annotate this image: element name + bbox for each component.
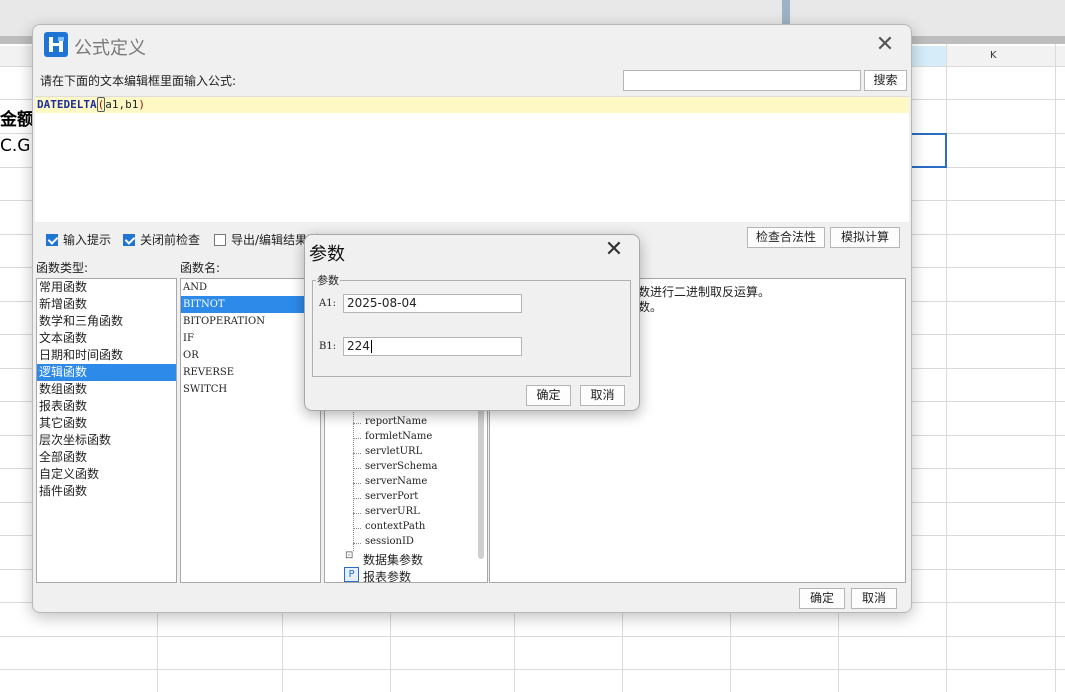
function-type-item-selected[interactable]: 逻辑函数 [37, 364, 176, 381]
column-header-k[interactable] [947, 46, 1055, 67]
close-icon[interactable]: ✕ [604, 239, 624, 261]
column-header-selected[interactable] [906, 46, 947, 67]
description-line: 数。 [638, 300, 663, 314]
input-hint-checkbox[interactable]: 输入提示 [46, 231, 111, 248]
tree-item[interactable]: serverURL [365, 506, 420, 517]
function-type-item[interactable]: 其它函数 [37, 415, 176, 432]
function-name-item[interactable]: IF [181, 330, 320, 347]
dataset-params-node[interactable]: 数据集参数 [363, 551, 423, 568]
column-header-next[interactable] [1055, 46, 1065, 67]
tree-item[interactable]: serverPort [365, 491, 418, 502]
param-ok-button[interactable]: 确定 [526, 385, 571, 406]
close-icon[interactable]: ✕ [875, 34, 895, 56]
tree-scrollbar[interactable] [478, 399, 484, 559]
param-cancel-button[interactable]: 取消 [580, 385, 625, 406]
dataset-params-icon: ⊡ [345, 550, 354, 561]
function-name-list[interactable]: AND BITNOT BITOPERATION IF OR REVERSE SW… [180, 278, 321, 583]
formula-function-name: DATEDELTA [37, 98, 97, 111]
column-k-label: K [990, 50, 997, 61]
search-button[interactable]: 搜索 [864, 70, 907, 91]
parameter-dialog-title: 参数 [309, 244, 345, 265]
dialog-title: 公式定义 [74, 38, 146, 59]
cell-amount-header[interactable]: 金额 [0, 105, 34, 130]
formula-text: DATEDELTA(a1,b1) [37, 97, 145, 112]
function-type-item[interactable]: 文本函数 [37, 330, 176, 347]
function-name-item[interactable]: OR [181, 347, 320, 364]
check-before-close-checkbox[interactable]: 关闭前检查 [123, 231, 200, 248]
text-caret [370, 340, 372, 353]
formula-close-paren: ) [138, 98, 145, 111]
input-hint-label: 输入提示 [63, 233, 112, 247]
current-line-highlight [35, 97, 909, 113]
cancel-button[interactable]: 取消 [851, 588, 897, 609]
b1-value: 224 [347, 339, 370, 353]
tree-item[interactable]: reportName [365, 416, 427, 427]
formula-editor[interactable]: DATEDELTA(a1,b1) [35, 96, 909, 222]
checkbox-unchecked-icon [214, 233, 226, 246]
function-type-item[interactable]: 常用函数 [37, 279, 176, 296]
function-name-item[interactable]: SWITCH [181, 381, 320, 398]
check-before-close-label: 关闭前检查 [140, 233, 201, 247]
tree-item[interactable]: formletName [365, 431, 432, 442]
formula-prompt-label: 请在下面的文本编辑框里面输入公式: [40, 74, 237, 88]
toolbar-marker [782, 0, 790, 24]
function-type-item[interactable]: 报表函数 [37, 398, 176, 415]
function-type-list[interactable]: 常用函数 新增函数 数学和三角函数 文本函数 日期和时间函数 逻辑函数 数组函数… [36, 278, 177, 583]
tree-item[interactable]: servletURL [365, 446, 422, 457]
function-type-item[interactable]: 数学和三角函数 [37, 313, 176, 330]
function-type-label: 函数类型: [36, 261, 89, 275]
function-type-item[interactable]: 自定义函数 [37, 466, 176, 483]
function-name-label: 函数名: [180, 261, 221, 275]
app-logo-icon [44, 32, 68, 57]
a1-input[interactable]: 2025-08-04 [343, 294, 522, 313]
report-params-node[interactable]: 报表参数 [363, 568, 411, 582]
b1-label: B1: [319, 341, 337, 352]
formula-open-paren: ( [96, 97, 106, 112]
function-type-item[interactable]: 层次坐标函数 [37, 432, 176, 449]
checkbox-checked-icon [46, 233, 58, 246]
function-name-item[interactable]: REVERSE [181, 364, 320, 381]
function-name-item-selected[interactable]: BITNOT [181, 296, 320, 313]
tree-item[interactable]: sessionID [365, 536, 414, 547]
check-validity-button[interactable]: 检查合法性 [747, 227, 825, 248]
function-name-item[interactable]: AND [181, 279, 320, 296]
selected-cell[interactable] [906, 133, 947, 168]
function-type-item[interactable]: 全部函数 [37, 449, 176, 466]
function-search-input[interactable] [623, 70, 861, 91]
function-type-item[interactable]: 日期和时间函数 [37, 347, 176, 364]
function-type-item[interactable]: 插件函数 [37, 483, 176, 500]
ok-button[interactable]: 确定 [799, 588, 845, 609]
tree-item[interactable]: contextPath [365, 521, 425, 532]
function-name-item[interactable]: BITOPERATION [181, 313, 320, 330]
b1-input[interactable]: 224 [343, 337, 522, 356]
parameter-group-label: 参数 [316, 272, 340, 288]
report-params-icon: P [344, 567, 359, 582]
tree-item[interactable]: serverName [365, 476, 427, 487]
tree-item[interactable]: serverSchema [365, 461, 437, 472]
function-type-item[interactable]: 新增函数 [37, 296, 176, 313]
function-type-item[interactable]: 数组函数 [37, 381, 176, 398]
parameter-dialog: 参数 ✕ 参数 A1: 2025-08-04 B1: 224 确定 取消 [304, 234, 640, 411]
checkbox-checked-icon [123, 233, 135, 246]
formula-args: a1,b1 [105, 98, 139, 111]
a1-label: A1: [319, 298, 336, 309]
simulate-button[interactable]: 模拟计算 [830, 227, 900, 248]
